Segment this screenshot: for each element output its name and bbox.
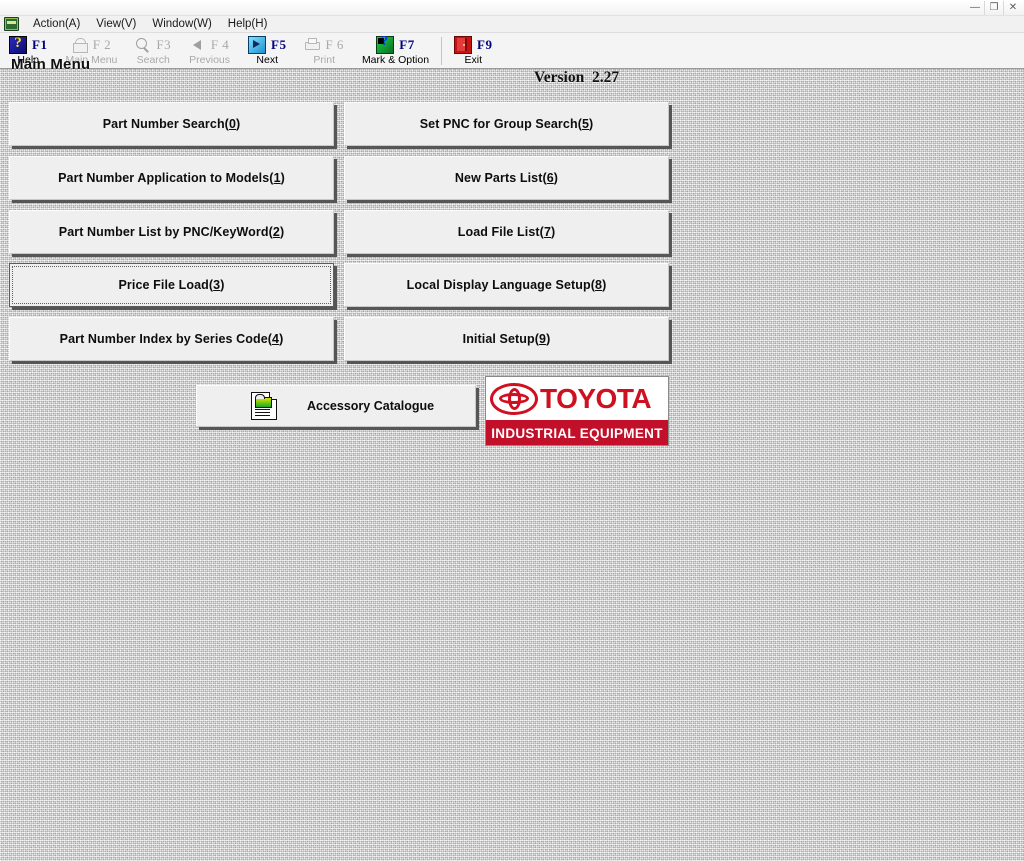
toolbar-label-next: Next [256, 55, 278, 65]
menu-button-label: Price File Load(3) [118, 278, 224, 292]
version-word: Version [534, 69, 584, 86]
menu-button-label: Set PNC for Group Search(5) [420, 117, 594, 131]
toolbar-fkey-previous: F 4 [211, 37, 229, 53]
toolbar-fkey-print: F 6 [325, 37, 343, 53]
menu-button-part-number-application-to-models[interactable]: Part Number Application to Models(1) [9, 156, 334, 200]
window-controls: — ❐ ✕ [966, 0, 1022, 15]
toolbar-separator [441, 37, 442, 65]
exit-icon [454, 36, 472, 54]
toolbar-fkey-mark-option: F7 [399, 37, 414, 53]
menu-button-label: Load File List(7) [458, 225, 556, 239]
accessory-catalogue-label: Accessory Catalogue [307, 399, 434, 413]
toolbar-fkey-exit: F9 [477, 37, 492, 53]
toolbar-fkey-help: F1 [32, 37, 47, 53]
toolbar-button-previous: F 4 Previous [180, 34, 239, 68]
restore-button[interactable]: ❐ [984, 1, 1004, 15]
menu-button-load-file-list[interactable]: Load File List(7) [344, 210, 669, 254]
window-title-bar: — ❐ ✕ [0, 0, 1024, 16]
toyota-industrial-equipment-logo: TOYOTA INDUSTRIAL EQUIPMENT [485, 376, 669, 446]
menu-item-action[interactable]: Action(A) [25, 17, 88, 31]
version-label: Version 2.27 [534, 69, 619, 87]
mark-option-icon [376, 36, 394, 54]
toolbar-fkey-next: F5 [271, 37, 286, 53]
logo-tagline-band: INDUSTRIAL EQUIPMENT [486, 420, 668, 446]
print-icon [304, 37, 320, 53]
menu-button-local-display-language-setup[interactable]: Local Display Language Setup(8) [344, 263, 669, 307]
main-menu-icon [72, 37, 88, 53]
logo-top: TOYOTA [486, 377, 668, 420]
menu-item-window[interactable]: Window(W) [144, 17, 219, 31]
toyota-wordmark: TOYOTA [540, 385, 651, 413]
logo-tagline: INDUSTRIAL EQUIPMENT [491, 426, 663, 441]
toolbar-label-search: Search [137, 55, 170, 65]
app-icon [4, 17, 19, 31]
accessory-catalogue-button[interactable]: Accessory Catalogue [196, 385, 476, 427]
menu-button-label: New Parts List(6) [455, 171, 558, 185]
menu-button-label: Local Display Language Setup(8) [407, 278, 607, 292]
toolbar-fkey-search: F3 [156, 37, 171, 53]
menu-bar: Action(A) View(V) Window(W) Help(H) [0, 16, 1024, 33]
help-icon [9, 36, 27, 54]
menu-button-initial-setup[interactable]: Initial Setup(9) [344, 317, 669, 361]
menu-button-part-number-index-by-series-code[interactable]: Part Number Index by Series Code(4) [9, 317, 334, 361]
menu-button-new-parts-list[interactable]: New Parts List(6) [344, 156, 669, 200]
toolbar-label-print: Print [313, 55, 335, 65]
toolbar: F1 Help F 2 Main Menu F3 Search F 4 Prev… [0, 33, 1024, 69]
previous-icon [190, 37, 206, 53]
menu-button-label: Part Number Application to Models(1) [58, 171, 285, 185]
page-title: Main Menu [11, 56, 90, 73]
toolbar-button-print: F 6 Print [295, 34, 352, 68]
menu-button-label: Initial Setup(9) [463, 332, 551, 346]
close-button[interactable]: ✕ [1004, 1, 1022, 15]
menu-item-help[interactable]: Help(H) [220, 17, 276, 31]
toolbar-button-search: F3 Search [126, 34, 180, 68]
toolbar-label-previous: Previous [189, 55, 230, 65]
menu-button-part-number-search[interactable]: Part Number Search(0) [9, 102, 334, 146]
menu-button-label: Part Number List by PNC/KeyWord(2) [59, 225, 284, 239]
search-icon [135, 37, 151, 53]
next-icon [248, 36, 266, 54]
minimize-button[interactable]: — [966, 1, 984, 15]
toolbar-button-next[interactable]: F5 Next [239, 34, 295, 68]
toolbar-label-exit: Exit [465, 55, 483, 65]
toolbar-button-mark-option[interactable]: F7 Mark & Option [353, 34, 438, 68]
version-number: 2.27 [592, 69, 619, 86]
menu-button-price-file-load[interactable]: Price File Load(3) [9, 263, 334, 307]
toyota-emblem-icon [490, 383, 538, 415]
toolbar-button-exit[interactable]: F9 Exit [445, 34, 501, 68]
menu-item-view[interactable]: View(V) [88, 17, 144, 31]
menu-button-set-pnc-for-group-search[interactable]: Set PNC for Group Search(5) [344, 102, 669, 146]
menu-button-label: Part Number Index by Series Code(4) [60, 332, 284, 346]
catalogue-document-icon [251, 392, 277, 420]
toolbar-label-mark-option: Mark & Option [362, 55, 429, 65]
toolbar-fkey-main-menu: F 2 [93, 37, 111, 53]
menu-button-label: Part Number Search(0) [103, 117, 241, 131]
menu-button-part-number-list-by-pnc-keyword[interactable]: Part Number List by PNC/KeyWord(2) [9, 210, 334, 254]
